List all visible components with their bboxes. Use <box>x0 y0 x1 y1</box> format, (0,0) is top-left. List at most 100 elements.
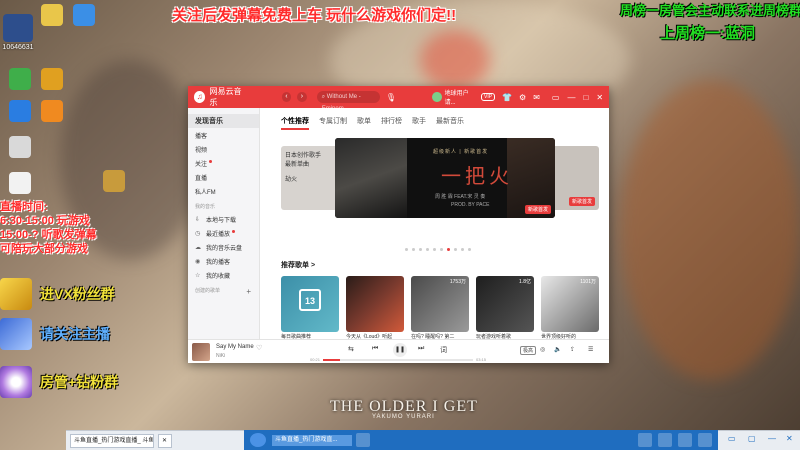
volume-icon[interactable]: 🔈 <box>554 346 561 353</box>
sidebar-item-live[interactable]: 直播 <box>188 170 259 184</box>
pause-button[interactable]: ❚❚ <box>393 343 407 357</box>
carousel-dot[interactable] <box>454 248 457 251</box>
tab-custom[interactable]: 专属订制 <box>319 116 347 130</box>
section-title[interactable]: 推荐歌单 > <box>281 260 315 270</box>
user-name[interactable]: 地球用户请... <box>445 88 478 106</box>
sidebar-item-my-podcast[interactable]: ◉ 我的播客 <box>188 254 259 268</box>
start-logo-icon[interactable] <box>250 433 266 447</box>
tab-charts[interactable]: 排行榜 <box>381 116 402 130</box>
desktop-icon[interactable] <box>4 172 36 194</box>
sidebar-item-label: 我的音乐云盘 <box>206 245 243 252</box>
screen-icon[interactable] <box>658 433 672 447</box>
banner-photo <box>335 138 407 218</box>
sidebar-item-label: 播客 <box>195 133 208 140</box>
desktop-icon[interactable] <box>36 68 68 90</box>
taskbar-app-douyu[interactable]: 斗鱼直播_热门游戏直播_ 斗鱼... <box>70 434 154 448</box>
playlist-queue-icon[interactable]: ☰ <box>588 346 593 353</box>
sidebar-item-recent[interactable]: ◷ 最近播放 <box>188 226 259 240</box>
like-heart-icon[interactable]: ♡ <box>256 344 262 352</box>
desktop-icon[interactable] <box>4 68 36 90</box>
vip-badge[interactable]: VIP <box>481 93 496 101</box>
playlist-card[interactable]: 1753万 在吗? 睡醒吗? 第二 天起不来的那种! <box>411 276 469 348</box>
sidebar-item-fm[interactable]: 私人FM <box>188 184 259 198</box>
desktop-icon[interactable] <box>4 100 36 122</box>
artist-name[interactable]: NiKi <box>216 353 225 359</box>
carousel-dot[interactable] <box>440 248 443 251</box>
sidebar-item-label: 直播 <box>195 175 208 182</box>
tray-close-icon[interactable]: ✕ <box>786 434 793 443</box>
playlist-card[interactable]: 1.8亿 玩者游戏听着歌 <box>476 276 534 348</box>
playlist-card[interactable]: 今天从《Loud》听起 私人雷达 <box>346 276 404 348</box>
quality-badge[interactable]: 极高 <box>520 346 537 355</box>
next-icon[interactable]: ⏭ <box>418 345 424 353</box>
lyrics-button[interactable]: 词 <box>440 345 447 355</box>
avatar[interactable] <box>432 92 442 102</box>
mail-icon[interactable]: ✉ <box>533 93 540 102</box>
minimize-icon[interactable] <box>678 433 692 447</box>
minimize-icon[interactable]: — <box>567 93 575 102</box>
desktop-icon[interactable] <box>68 4 100 26</box>
app-icon <box>41 4 63 26</box>
tray-icon[interactable]: — <box>768 434 776 443</box>
settings-icon[interactable]: ⚙ <box>519 93 526 102</box>
playlist-card[interactable]: 1101万 世界顶级好听的 hippop英文歌曲 <box>541 276 599 348</box>
progress-bar[interactable] <box>323 359 473 361</box>
schedule-line: 6:30-15:00 玩游戏 <box>0 215 90 227</box>
desktop-icon[interactable] <box>36 100 68 122</box>
tab-playlists[interactable]: 歌单 <box>357 116 371 130</box>
add-playlist-icon[interactable]: + <box>246 287 251 296</box>
mini-mode-icon[interactable]: ▭ <box>552 93 560 102</box>
sound-effect-icon[interactable]: ◎ <box>540 346 545 353</box>
carousel-dot[interactable] <box>433 248 436 251</box>
play-mode-icon[interactable]: ⇆ <box>348 345 354 353</box>
sidebar-item-local[interactable]: ⇩ 本地与下载 <box>188 212 259 226</box>
taskbar-app-douyu[interactable]: 斗鱼直播_热门游戏直... <box>272 435 352 446</box>
song-title[interactable]: Say My Name <box>216 344 254 350</box>
now-playing-cover[interactable] <box>192 343 210 361</box>
banner-main[interactable]: 超级新人 | 新歌首发 一把火 周 胜 霖 FEAT.宋 灵 奏 PROD. B… <box>335 138 555 218</box>
banner-prev[interactable]: 日本创作歌手 最新单曲 劫火 <box>281 146 339 210</box>
mic-icon[interactable]: 🎙 <box>386 93 396 102</box>
sidebar-item-discover[interactable]: 发现音乐 <box>188 114 259 128</box>
taskbar-close-icon[interactable]: ✕ <box>158 434 172 448</box>
sidebar-item-favorites[interactable]: ☆ 我的收藏 <box>188 268 259 282</box>
app-icon <box>41 100 63 122</box>
search-input[interactable]: ⌕ Without Me - Eminem <box>316 91 380 112</box>
app-icon <box>9 172 31 194</box>
tray-icon[interactable]: ▢ <box>748 434 756 443</box>
previous-icon[interactable]: ⏮ <box>372 345 378 353</box>
skin-icon[interactable]: 👕 <box>502 93 512 102</box>
desktop-id-tile[interactable]: 10646631 <box>2 14 34 52</box>
sidebar-item-podcast[interactable]: 播客 <box>188 128 259 142</box>
maximize-icon[interactable]: □ <box>583 93 588 102</box>
playlist-card[interactable]: 13 每日歌曲推荐 <box>281 276 339 348</box>
tray-icon[interactable]: ▭ <box>728 434 736 443</box>
tab-new-music[interactable]: 最新音乐 <box>436 116 464 130</box>
carousel-dot[interactable] <box>461 248 464 251</box>
tab-artists[interactable]: 歌手 <box>412 116 426 130</box>
banner-carousel[interactable]: 日本创作歌手 最新单曲 劫火 新歌首发 超级新人 | 新歌首发 一把火 周 胜 … <box>281 138 599 220</box>
desktop-icon[interactable] <box>4 136 36 158</box>
banner-tag: 新歌首发 <box>524 205 551 214</box>
desktop-icon[interactable] <box>36 4 68 26</box>
carousel-dot[interactable] <box>468 248 471 251</box>
close-icon[interactable] <box>698 433 712 447</box>
back-arrow-icon[interactable]: ‹ <box>281 92 292 102</box>
forward-arrow-icon[interactable]: › <box>297 92 307 102</box>
carousel-dot[interactable] <box>426 248 429 251</box>
desktop-icon[interactable] <box>98 170 130 192</box>
carousel-dot[interactable] <box>412 248 415 251</box>
sidebar-item-follow[interactable]: 关注 <box>188 156 259 170</box>
tab-recommend[interactable]: 个性推荐 <box>281 116 309 130</box>
close-icon[interactable]: ✕ <box>596 93 603 102</box>
window-icon[interactable] <box>638 433 652 447</box>
close-tab-icon[interactable] <box>356 433 370 447</box>
carousel-dot[interactable] <box>405 248 408 251</box>
banner-next-tag: 新歌首发 <box>568 197 595 206</box>
share-icon[interactable]: ⇪ <box>570 346 575 353</box>
sidebar-item-cloud[interactable]: ☁ 我的音乐云盘 <box>188 240 259 254</box>
carousel-dot[interactable] <box>419 248 422 251</box>
sidebar-item-video[interactable]: 视频 <box>188 142 259 156</box>
carousel-dot[interactable] <box>447 248 450 251</box>
play-count: 1753万 <box>449 279 466 285</box>
